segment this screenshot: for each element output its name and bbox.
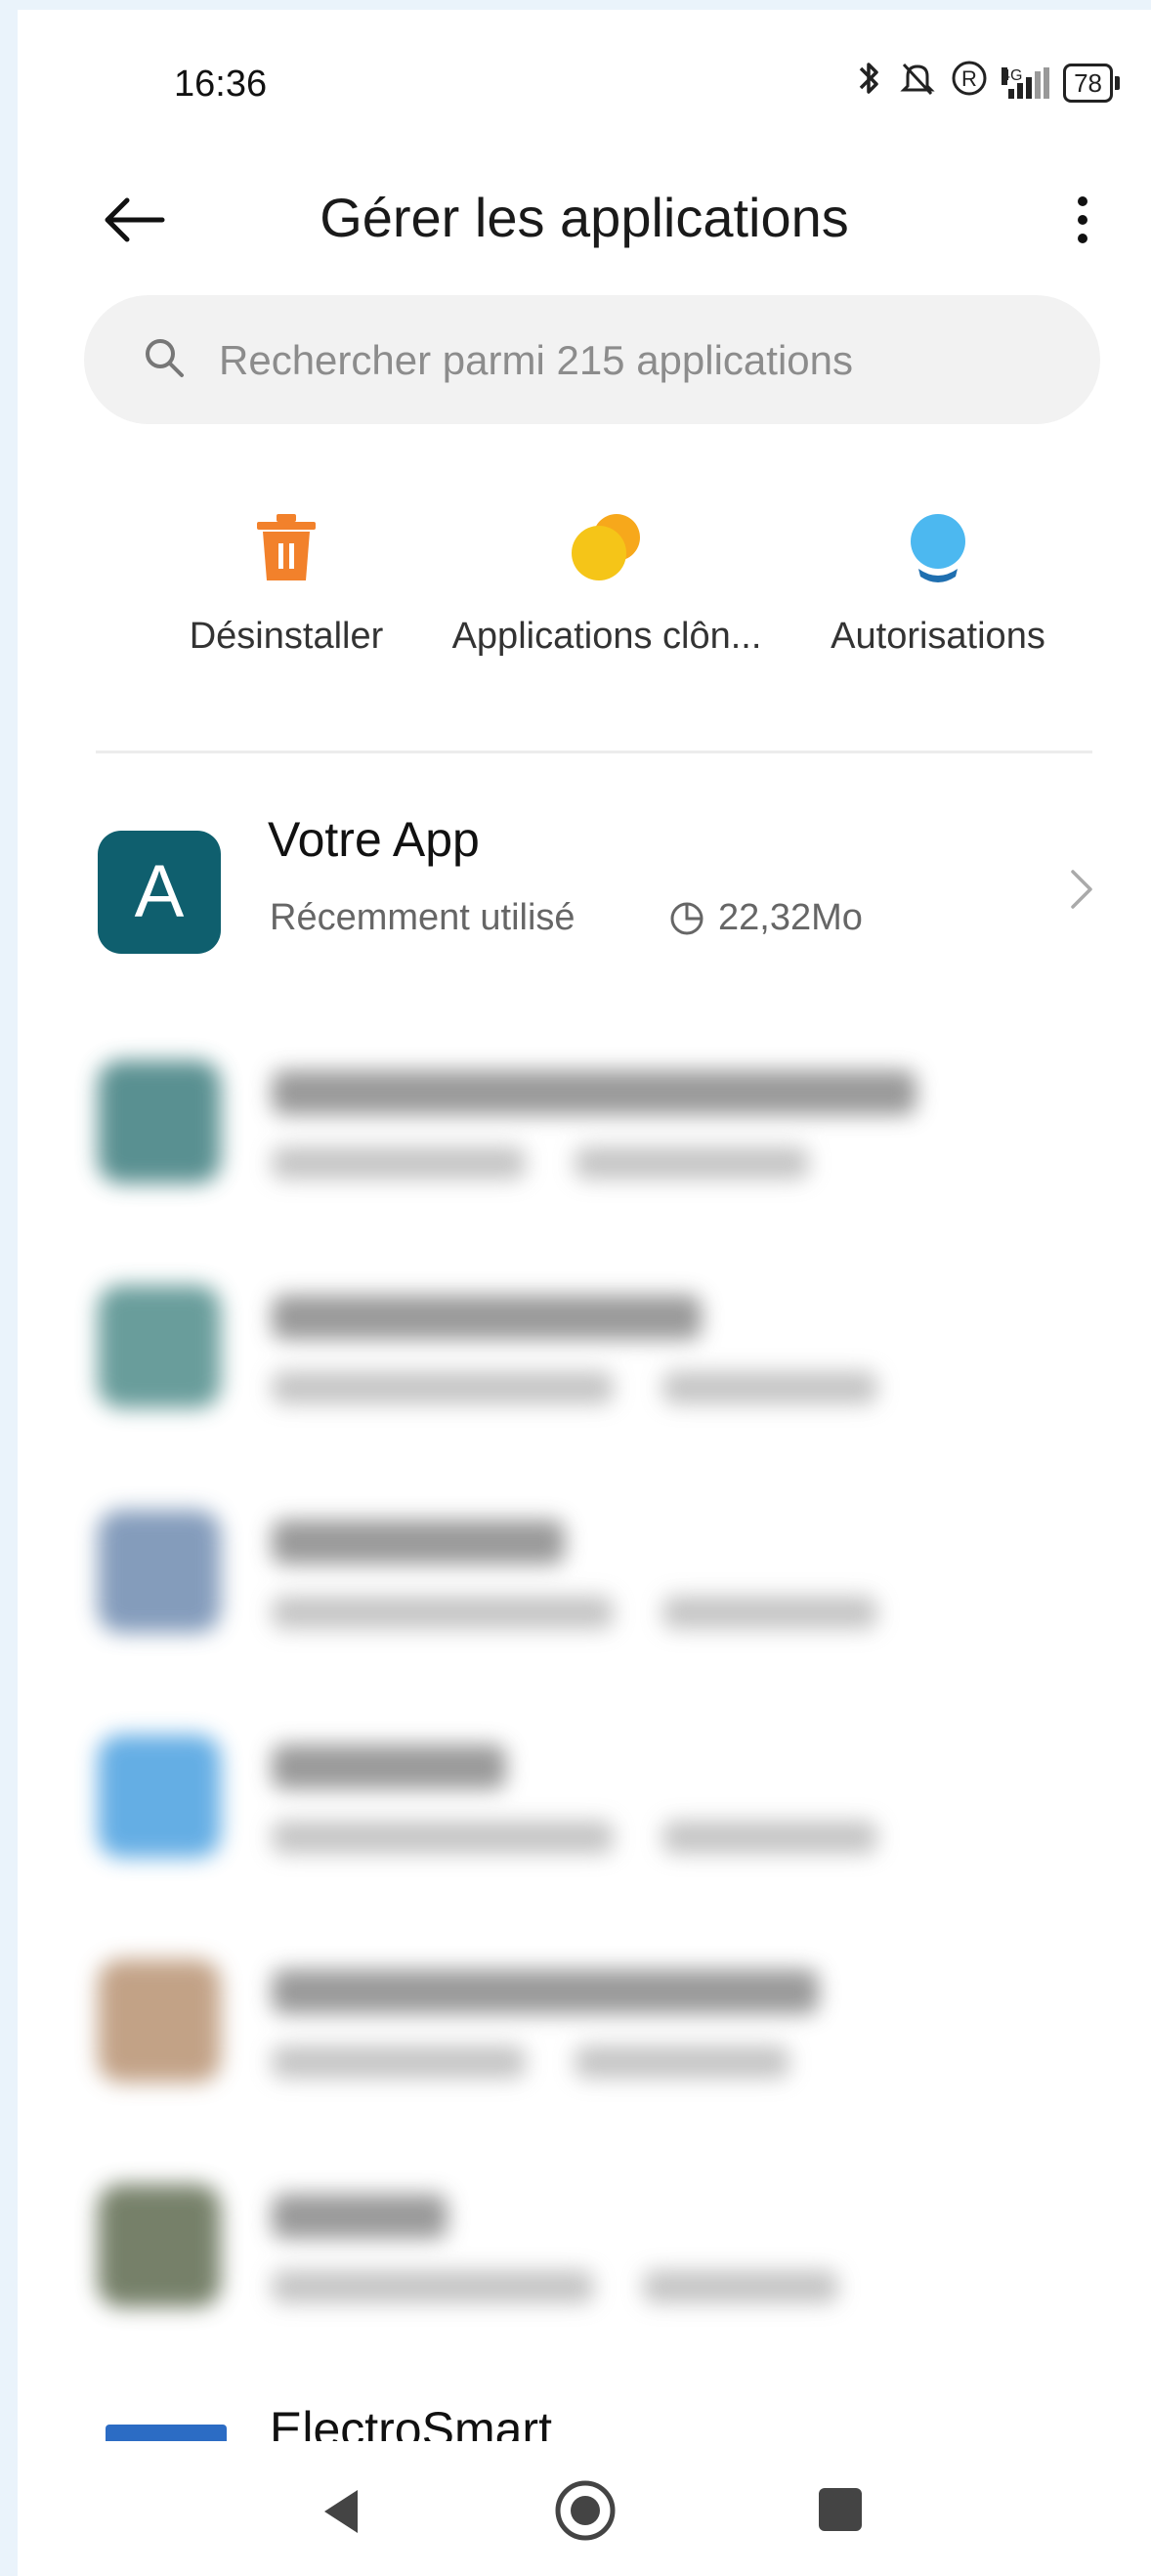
nav-back-button[interactable] xyxy=(313,2482,371,2541)
divider xyxy=(96,751,1092,753)
dual-apps-button[interactable]: Applications clôn... xyxy=(441,498,773,684)
app-icon: A xyxy=(98,831,221,954)
nav-recents-button[interactable] xyxy=(819,2488,862,2531)
dual-apps-icon xyxy=(572,514,640,580)
app-row-blurred[interactable] xyxy=(18,1481,1151,1696)
app-icon xyxy=(98,1959,221,2082)
app-icon xyxy=(98,1735,221,1858)
app-row-blurred[interactable] xyxy=(18,1930,1151,2145)
app-icon xyxy=(98,1060,221,1183)
app-status: Récemment utilisé xyxy=(270,897,576,938)
app-name: Votre App xyxy=(268,812,480,867)
quick-actions: Désinstaller Applications clôn... Autori… xyxy=(18,498,1151,694)
app-size: 22,32Mo xyxy=(667,897,863,939)
battery-icon: 78 xyxy=(1063,64,1120,103)
app-row-blurred[interactable] xyxy=(18,2155,1151,2370)
permissions-label: Autorisations xyxy=(831,616,1045,657)
roaming-icon: R xyxy=(951,60,988,107)
status-icons: R 4G 78 xyxy=(855,59,1120,107)
permissions-button[interactable]: Autorisations xyxy=(772,498,1104,684)
chevron-right-icon xyxy=(1071,870,1092,909)
uninstall-button[interactable]: Désinstaller xyxy=(120,498,452,684)
app-size-value: 22,32Mo xyxy=(718,897,863,938)
app-row-blurred[interactable] xyxy=(18,1256,1151,1471)
uninstall-label: Désinstaller xyxy=(189,616,384,657)
muted-bell-icon xyxy=(898,59,937,107)
bluetooth-icon xyxy=(855,59,884,107)
app-icon xyxy=(98,1285,221,1408)
more-options-button[interactable] xyxy=(1063,181,1102,259)
app-icon xyxy=(98,1510,221,1633)
status-bar: 16:36 R 4G 78 xyxy=(18,10,1151,156)
search-icon xyxy=(146,339,184,377)
trash-icon xyxy=(257,514,316,580)
page-title: Gérer les applications xyxy=(320,187,849,248)
search-bar[interactable] xyxy=(84,295,1100,426)
app-row-votre-app[interactable]: A Votre App Récemment utilisé 22,32Mo xyxy=(18,801,1151,1016)
app-icon-letter: A xyxy=(134,850,185,933)
app-icon xyxy=(98,2184,221,2307)
app-header: Gérer les applications xyxy=(18,156,1151,283)
storage-icon xyxy=(670,902,703,934)
nav-home-button[interactable] xyxy=(553,2478,618,2543)
battery-level: 78 xyxy=(1063,64,1113,103)
phone-screen: 16:36 R 4G 78 Gérer les applications Rec… xyxy=(18,10,1151,2576)
permissions-icon xyxy=(911,514,965,582)
navigation-bar xyxy=(18,2441,1151,2576)
app-row-blurred[interactable] xyxy=(18,1705,1151,1920)
app-row-blurred[interactable] xyxy=(18,1031,1151,1246)
signal-icon: 4G xyxy=(1002,67,1050,99)
svg-text:R: R xyxy=(961,66,977,91)
search-input[interactable] xyxy=(217,295,1061,426)
dual-apps-label: Applications clôn... xyxy=(451,616,762,657)
status-time: 16:36 xyxy=(174,64,268,105)
